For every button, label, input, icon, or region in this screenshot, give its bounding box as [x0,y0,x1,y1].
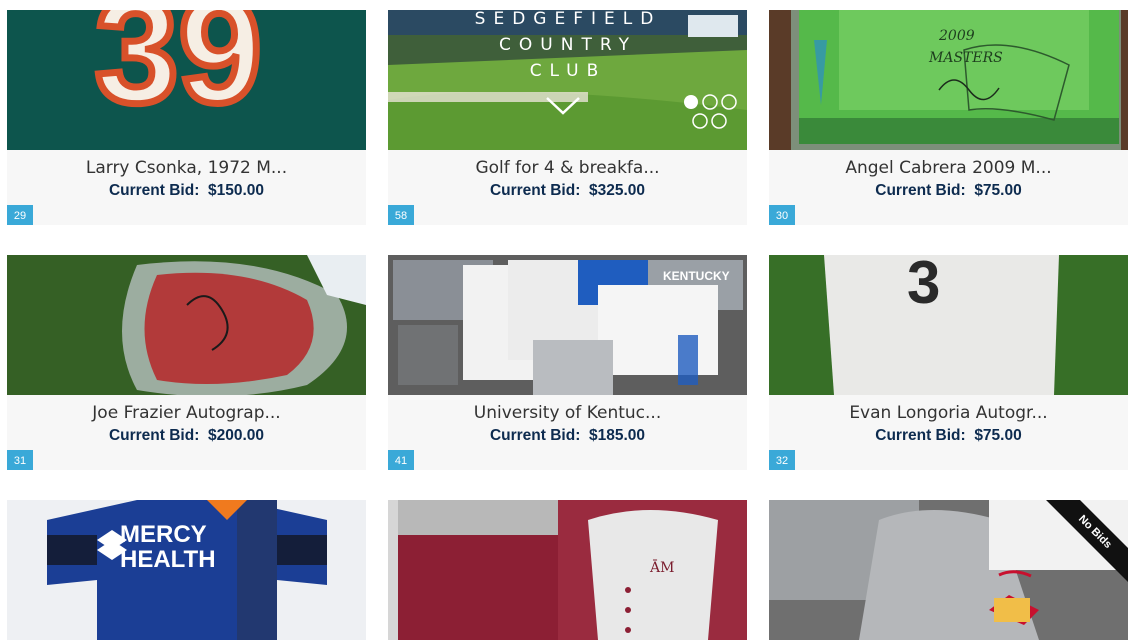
item-title[interactable]: Joe Frazier Autograp... [7,403,366,423]
current-bid: Current Bid: $185.00 [388,427,747,445]
course-name-line1: SEDGEFIELD [475,10,662,29]
sponsor-line2: HEALTH [120,546,216,573]
auction-item-card[interactable]: 2009 MASTERS Angel Cabrera 2009 M... Cur… [769,10,1128,225]
current-bid-amount: $185.00 [589,427,646,444]
masters-year: 2009 [938,28,975,44]
item-title[interactable]: Golf for 4 & breakfa... [388,158,747,178]
item-image-texas-am-jacket[interactable]: ĀM [388,500,747,640]
sponsor-line1: MERCY [120,521,207,548]
current-bid-label: Current Bid: [875,427,966,444]
auction-item-card[interactable]: 3 Evan Longoria Autogr... Current Bid: $… [769,255,1128,470]
masters-wordmark: MASTERS [928,50,1003,66]
course-name-line2: COUNTRY [499,35,637,55]
item-image-longoria-jersey[interactable]: 3 [769,255,1128,395]
item-number-badge: 31 [7,450,33,470]
auction-item-card[interactable]: No Bids [769,500,1128,640]
current-bid-label: Current Bid: [489,182,581,199]
item-image-masters-flag[interactable]: 2009 MASTERS [769,10,1128,150]
current-bid: Current Bid: $75.00 [769,182,1128,200]
jersey-number: 3 [907,255,940,316]
current-bid: Current Bid: $75.00 [769,427,1128,445]
item-number-badge: 41 [388,450,414,470]
item-title[interactable]: University of Kentuc... [388,403,747,423]
auction-item-card[interactable]: Joe Frazier Autograp... Current Bid: $20… [7,255,366,470]
current-bid: Current Bid: $150.00 [7,182,366,200]
current-bid-label: Current Bid: [108,427,200,444]
current-bid: Current Bid: $325.00 [388,182,747,200]
auction-item-card[interactable]: KENTUCKY University of Kentuc... Current… [388,255,747,470]
svg-text:ĀM: ĀM [649,558,674,576]
item-image-golf-course[interactable]: SEDGEFIELD COUNTRY CLUB [388,10,747,150]
item-title[interactable]: Evan Longoria Autogr... [769,403,1128,423]
jersey-number: 39 [95,10,262,134]
kentucky-wordmark: KENTUCKY [663,269,730,283]
item-number-badge: 58 [388,205,414,225]
current-bid-amount: $75.00 [974,427,1022,444]
item-title[interactable]: Larry Csonka, 1972 M... [7,158,366,178]
item-title[interactable]: Angel Cabrera 2009 M... [769,158,1128,178]
course-name-line3: CLUB [530,61,607,81]
auction-item-card[interactable]: 39 Larry Csonka, 1972 M... Current Bid: … [7,10,366,225]
current-bid-amount: $75.00 [974,182,1022,199]
current-bid-amount: $150.00 [208,182,265,199]
auction-item-card[interactable]: ĀM [388,500,747,640]
item-image-kentucky-apparel[interactable]: KENTUCKY [388,255,747,395]
item-image-boxing-glove[interactable] [7,255,366,395]
item-number-badge: 32 [769,450,795,470]
current-bid-label: Current Bid: [108,182,200,199]
current-bid-label: Current Bid: [489,427,581,444]
item-image-dolphins-jersey[interactable]: 39 [7,10,366,150]
current-bid-amount: $200.00 [208,427,265,444]
current-bid-label: Current Bid: [875,182,966,199]
current-bid-amount: $325.00 [589,182,646,199]
current-bid: Current Bid: $200.00 [7,427,366,445]
auction-item-card[interactable]: SEDGEFIELD COUNTRY CLUB Golf for 4 & bre… [388,10,747,225]
item-number-badge: 29 [7,205,33,225]
item-number-badge: 30 [769,205,795,225]
item-image-fc-cincinnati-jersey[interactable]: MERCY HEALTH [7,500,366,640]
auction-item-card[interactable]: MERCY HEALTH [7,500,366,640]
